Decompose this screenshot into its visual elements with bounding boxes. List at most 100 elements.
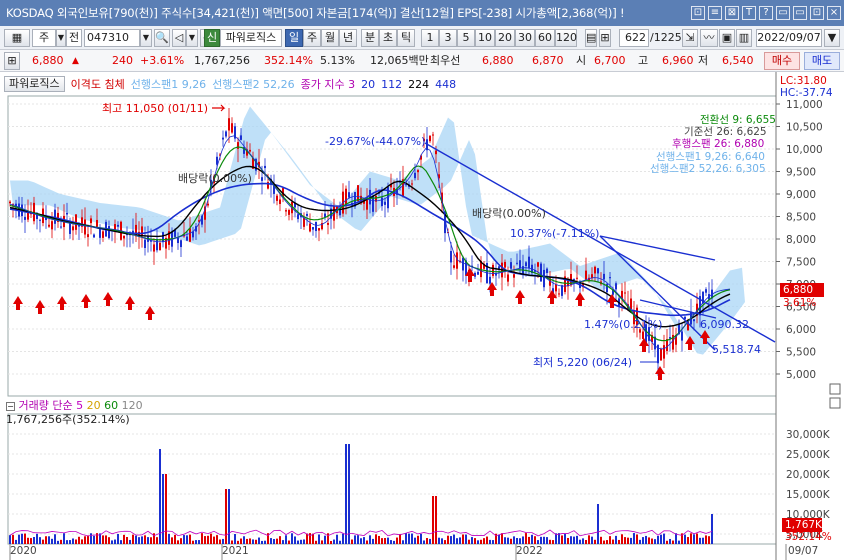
period-week[interactable]: 주 <box>303 29 321 47</box>
high-note: 최고 11,050 (01/11) <box>102 102 209 115</box>
pane-scroll-icon <box>829 383 841 395</box>
candle-body <box>555 284 557 292</box>
volume-bar <box>9 535 11 544</box>
candle-body <box>72 226 74 231</box>
interval-1[interactable]: 1 <box>421 29 439 47</box>
help-icon[interactable]: ? <box>759 6 773 20</box>
minimize-icon[interactable]: ▭ <box>776 6 790 20</box>
volume-bar <box>150 537 152 544</box>
candle-body <box>309 223 311 232</box>
indicator-icon[interactable]: 〰 <box>700 29 718 47</box>
volume-bar <box>57 540 59 544</box>
code-dropdown-icon[interactable]: ▼ <box>140 29 152 47</box>
volume-bar <box>564 534 566 544</box>
candle-body <box>585 270 587 280</box>
volume-bar <box>144 535 146 544</box>
volume-bar <box>195 540 197 544</box>
candle-body <box>87 234 89 238</box>
volume-bar <box>156 537 158 544</box>
toggle-icon[interactable]: − <box>6 402 15 411</box>
market-select[interactable]: 전 <box>66 29 82 47</box>
period-month[interactable]: 월 <box>321 29 339 47</box>
candle-body <box>528 256 530 269</box>
interval-120[interactable]: 120 <box>555 29 577 47</box>
volume-bar <box>429 538 431 544</box>
interval-30[interactable]: 30 <box>515 29 535 47</box>
volume-bar <box>405 533 407 544</box>
ma-item: 20 <box>86 399 101 412</box>
copy-icon[interactable]: ⊡ <box>691 6 705 20</box>
up-arrow-icon: ▲ <box>72 56 79 66</box>
low-note: 최저 5,220 (06/24) <box>533 356 633 369</box>
candle-body <box>498 266 500 269</box>
chevron-down-icon[interactable]: ▼ <box>56 29 66 47</box>
text-icon[interactable]: T <box>742 6 756 20</box>
volume-bar <box>363 537 365 544</box>
volume-bar <box>159 449 161 544</box>
calendar-icon[interactable]: ▤ <box>585 29 597 47</box>
volume-bar <box>240 538 242 544</box>
date-input[interactable]: 2022/09/07 <box>756 29 822 47</box>
period-tick[interactable]: 틱 <box>397 29 415 47</box>
volume-label: 거래량 <box>18 399 49 412</box>
candle-body <box>411 183 413 185</box>
volume-bar <box>249 538 251 544</box>
volume-bar <box>207 535 209 544</box>
maximize-icon[interactable]: ⊡ <box>810 6 824 20</box>
volume-bar <box>414 537 416 544</box>
ma-item: 5 <box>76 399 84 412</box>
volume-bar <box>444 540 446 544</box>
count-input[interactable]: 622 <box>619 29 649 47</box>
high-price: 6,960 <box>662 54 694 67</box>
calendar-dropdown-icon[interactable]: ▼ <box>824 29 840 47</box>
candle-body <box>513 274 515 278</box>
interval-20[interactable]: 20 <box>495 29 515 47</box>
interval-60[interactable]: 60 <box>535 29 555 47</box>
period-second[interactable]: 초 <box>379 29 397 47</box>
date-picker-icon[interactable]: ▥ <box>736 29 752 47</box>
save-icon[interactable]: ▣ <box>719 29 735 47</box>
volume-bar <box>114 539 116 544</box>
period-day[interactable]: 일 <box>285 29 303 47</box>
volume-bar <box>333 539 335 544</box>
volume-bar <box>402 540 404 544</box>
volume-bar <box>489 539 491 544</box>
stock-type-select[interactable]: 주 <box>32 29 56 47</box>
menu-icon[interactable]: ≡ <box>708 6 722 20</box>
restore-icon[interactable]: ▭ <box>793 6 807 20</box>
expand-icon[interactable]: ⊞ <box>4 52 20 70</box>
pct-tag: 3.61% <box>783 297 817 309</box>
volume-bar <box>687 537 689 544</box>
volume-bar <box>174 534 176 544</box>
candle-body <box>543 269 545 288</box>
interval-3[interactable]: 3 <box>439 29 457 47</box>
volume-bar <box>492 540 494 544</box>
pin-icon[interactable]: ⊠ <box>725 6 739 20</box>
interval-5[interactable]: 5 <box>457 29 475 47</box>
candle-body <box>576 277 578 279</box>
speaker-icon[interactable]: ◁ <box>172 29 186 47</box>
period-year[interactable]: 년 <box>339 29 357 47</box>
zoom-icon[interactable]: ⇲ <box>682 29 698 47</box>
volume-bar <box>531 534 533 544</box>
code-input[interactable]: 047310 <box>84 29 140 47</box>
trend-note: 1.47%(0.21%) <box>584 318 663 331</box>
grid-icon[interactable]: ▦ <box>4 29 30 47</box>
sell-button[interactable]: 매도 <box>804 52 840 70</box>
candle-body <box>318 228 320 231</box>
reset-icon[interactable]: ⊞ <box>599 29 611 47</box>
close-icon[interactable]: × <box>827 6 841 20</box>
candle-body <box>327 222 329 225</box>
volume-bar <box>162 474 164 544</box>
buy-button[interactable]: 매수 <box>764 52 800 70</box>
candle-body <box>96 219 98 227</box>
volume-bar <box>462 534 464 544</box>
volume-bar <box>663 533 665 544</box>
volume-bar <box>336 534 338 544</box>
volume-bar <box>705 535 707 544</box>
period-minute[interactable]: 분 <box>361 29 379 47</box>
candle-body <box>288 210 290 215</box>
search-icon[interactable]: 🔍 <box>154 29 170 47</box>
interval-10[interactable]: 10 <box>475 29 495 47</box>
speaker-dropdown-icon[interactable]: ▼ <box>186 29 198 47</box>
